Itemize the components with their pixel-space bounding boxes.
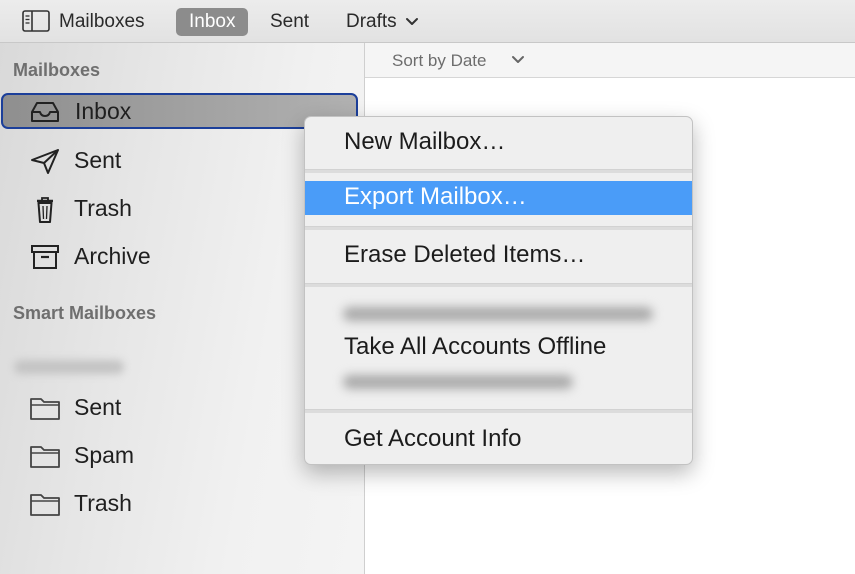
- sidebar-item-label: Spam: [74, 442, 135, 468]
- sidebar-toggle-icon[interactable]: [22, 10, 50, 32]
- menu-item-redacted: [343, 375, 573, 389]
- drafts-label: Drafts: [346, 11, 397, 32]
- menu-item-take-all-accounts-offline[interactable]: Take All Accounts Offline: [305, 325, 692, 369]
- smart-mailboxes-section-header: Smart Mailboxes: [13, 303, 157, 323]
- menu-separator: [305, 226, 692, 230]
- sidebar-item-label: Inbox: [75, 98, 132, 124]
- menu-item-erase-deleted-items[interactable]: Erase Deleted Items…: [305, 233, 692, 279]
- folder-icon: [30, 446, 60, 468]
- sort-bar[interactable]: Sort by Date: [365, 43, 855, 78]
- sidebar-item-account-trash[interactable]: Trash: [0, 484, 362, 524]
- mailboxes-button[interactable]: Mailboxes: [59, 8, 145, 36]
- sort-label: Sort by Date: [392, 51, 487, 70]
- sidebar-item-label: Archive: [74, 243, 151, 269]
- chevron-down-icon: [405, 17, 418, 25]
- paper-plane-icon: [31, 149, 59, 174]
- archive-box-icon: [31, 245, 59, 269]
- sidebar-item-label: Trash: [74, 490, 132, 516]
- menu-item-get-account-info[interactable]: Get Account Info: [305, 417, 692, 461]
- chevron-down-icon: [512, 56, 524, 63]
- menu-item-export-mailbox[interactable]: Export Mailbox…: [305, 181, 692, 215]
- mailboxes-section-header: Mailboxes: [13, 60, 101, 80]
- menu-item-label: Export Mailbox…: [344, 183, 527, 210]
- inbox-tray-icon: [31, 102, 59, 122]
- folder-icon: [30, 398, 60, 420]
- context-menu: New Mailbox… Export Mailbox… Erase Delet…: [304, 116, 693, 465]
- folder-icon: [30, 494, 60, 516]
- inbox-button[interactable]: Inbox: [176, 8, 249, 36]
- menu-item-label: Erase Deleted Items…: [344, 241, 586, 268]
- trash-can-icon: [37, 197, 53, 223]
- menu-separator: [305, 169, 692, 173]
- menu-item-label: New Mailbox…: [344, 128, 506, 155]
- menu-separator: [305, 283, 692, 287]
- drafts-button[interactable]: Drafts: [346, 8, 420, 36]
- sidebar-item-label: Trash: [74, 195, 132, 221]
- menu-separator: [305, 409, 692, 413]
- menu-item-label: Take All Accounts Offline: [344, 333, 607, 360]
- sidebar-item-label: Sent: [74, 394, 122, 420]
- account-name-redacted: [14, 356, 124, 378]
- menu-item-label: Get Account Info: [344, 425, 522, 452]
- toolbar: Mailboxes Inbox Sent Drafts: [0, 0, 855, 43]
- menu-item-redacted: [343, 307, 653, 321]
- sent-button[interactable]: Sent: [270, 8, 309, 36]
- sidebar-item-label: Sent: [74, 147, 122, 173]
- menu-item-new-mailbox[interactable]: New Mailbox…: [305, 120, 692, 166]
